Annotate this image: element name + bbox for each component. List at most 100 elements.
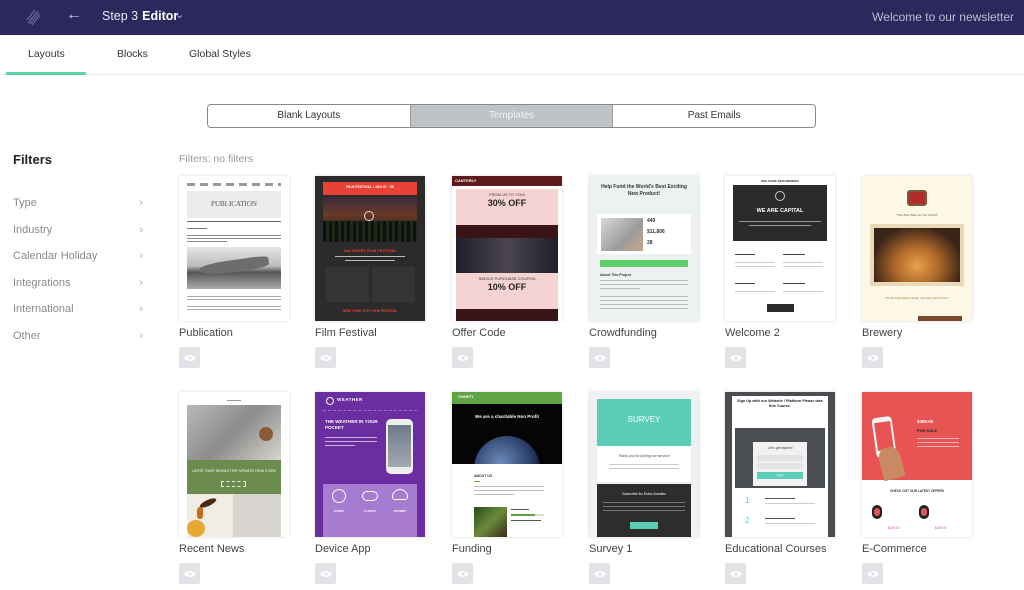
template-name: Educational Courses [725, 543, 827, 555]
thumb-brand: WEATHER [337, 397, 363, 402]
segment-templates[interactable]: Templates [409, 105, 613, 127]
tab-global-styles[interactable]: Global Styles [189, 48, 251, 60]
thumb-login: Login [776, 473, 784, 477]
eye-icon [319, 354, 332, 361]
preview-button[interactable] [725, 563, 746, 584]
chevron-right-icon: › [139, 303, 143, 315]
brand-logo-icon[interactable] [24, 7, 44, 27]
active-tab-indicator [6, 72, 86, 75]
preview-button[interactable] [315, 563, 336, 584]
eye-icon [866, 570, 879, 577]
preview-button[interactable] [589, 347, 610, 368]
preview-button[interactable] [179, 347, 200, 368]
thumb-step: 1 [745, 496, 750, 505]
template-name: Recent News [179, 543, 245, 555]
active-filters-status: Filters: no filters [179, 153, 254, 165]
thumb-quote: "Fresh ingredients make our beer taste b… [884, 296, 950, 300]
thumb-brand: CANTERLY [455, 178, 477, 183]
thumb-pre: FROM US TO YOU! [489, 192, 525, 197]
arrow-left-icon[interactable]: ← [66, 6, 82, 24]
preview-button[interactable] [862, 563, 883, 584]
step-indicator[interactable]: Step 3 Editor [102, 9, 178, 23]
filter-other[interactable]: Other › [13, 330, 143, 342]
template-card: $499.00 FOR SALE CHECK OUT OUR LATEST OF… [862, 392, 972, 584]
filter-type[interactable]: Type › [13, 197, 143, 209]
filter-integrations[interactable]: Integrations › [13, 277, 143, 289]
chevron-right-icon: › [139, 197, 143, 209]
template-name: Offer Code [452, 327, 506, 339]
thumb-thanks: Thank you for joining our service! [618, 454, 670, 458]
thumb-banner: FILM FESTIVAL / JAN 07 - 08 [346, 185, 394, 189]
preview-button[interactable] [452, 347, 473, 368]
template-name: Brewery [862, 327, 903, 339]
filter-label: Other [13, 330, 41, 342]
template-thumbnail[interactable]: WEATHER THE WEATHER IN YOUR POCKET SUNNY… [315, 392, 425, 537]
thumb-brand: CHARITY [458, 395, 474, 399]
thumb-headline: THE WEATHER IN YOUR POCKET [325, 419, 378, 430]
preview-button[interactable] [725, 347, 746, 368]
editor-tabs: Layouts Blocks Global Styles [0, 35, 1024, 75]
tab-blocks[interactable]: Blocks [117, 48, 148, 60]
chevron-right-icon: › [139, 224, 143, 236]
top-bar: ← Step 3 Editor ⌄ Welcome to our newslett… [0, 0, 1024, 35]
eye-icon [866, 354, 879, 361]
segment-blank-layouts[interactable]: Blank Layouts [208, 105, 410, 127]
preview-button[interactable] [315, 347, 336, 368]
template-card: LATEST 'DIARY NEWSLETTER' UPDATES FROM S… [179, 392, 289, 584]
thumb-stat: $11,806 [647, 229, 665, 235]
thumb-pre: SINGLE PURCHASE COUPON [478, 276, 536, 281]
chevron-right-icon: › [139, 330, 143, 342]
thumb-banner: SURVEY [627, 415, 661, 424]
segment-past-emails[interactable]: Past Emails [612, 105, 815, 127]
template-thumbnail[interactable]: $499.00 FOR SALE CHECK OUT OUR LATEST OF… [862, 392, 972, 537]
thumb-offer: 10% OFF [487, 282, 527, 292]
filter-label: Industry [13, 224, 53, 236]
template-card: Sign Up with our Website / Platform Plea… [725, 392, 835, 584]
template-card: FILM FESTIVAL / JAN 07 - 08 2nd SHORT FI… [315, 176, 425, 368]
thumb-weather: CLOUDY [363, 509, 377, 513]
thumb-section: ABOUT US [474, 474, 493, 478]
filter-calendar-holiday[interactable]: Calendar Holiday › [13, 250, 143, 262]
template-card: PUBLICATION Publication [179, 176, 289, 368]
preview-button[interactable] [179, 563, 200, 584]
tab-layouts[interactable]: Layouts [28, 48, 65, 60]
newsletter-title[interactable]: Welcome to our newsletter [872, 10, 1014, 24]
preview-button[interactable] [452, 563, 473, 584]
thumb-pre: WELCOME NEW MEMBER [761, 179, 799, 183]
thumb-headline: Help Fund the World's Best Exciting New … [601, 184, 687, 197]
eye-icon [456, 570, 469, 577]
thumb-offers: CHECK OUT OUR LATEST OFFERS [890, 489, 944, 493]
template-thumbnail[interactable]: CHARITY We are a charitable Non Profit A… [452, 392, 562, 537]
template-thumbnail[interactable]: PUBLICATION [179, 176, 289, 321]
template-thumbnail[interactable]: Sign Up with our Website / Platform Plea… [725, 392, 835, 537]
thumb-weather: STORMY [393, 509, 407, 513]
eye-icon [729, 570, 742, 577]
filter-international[interactable]: International › [13, 303, 143, 315]
thumb-price: $499.00 [917, 419, 934, 424]
preview-button[interactable] [589, 563, 610, 584]
template-thumbnail[interactable]: LATEST 'DIARY NEWSLETTER' UPDATES FROM S… [179, 392, 289, 537]
filter-industry[interactable]: Industry › [13, 224, 143, 236]
eye-icon [183, 570, 196, 577]
template-thumbnail[interactable]: CANTERLY FROM US TO YOU! 30% OFF SINGLE … [452, 176, 562, 321]
filter-label: Integrations [13, 277, 71, 289]
template-card: SURVEY Thank you for joining our service… [589, 392, 699, 584]
thumb-weather: SUNNY [333, 509, 345, 513]
template-name: Publication [179, 327, 233, 339]
template-name: Film Festival [315, 327, 377, 339]
template-card: Help Fund the World's Best Exciting New … [589, 176, 699, 368]
template-thumbnail[interactable]: SURVEY Thank you for joining our service… [589, 392, 699, 537]
template-thumbnail[interactable]: FILM FESTIVAL / JAN 07 - 08 2nd SHORT FI… [315, 176, 425, 321]
eye-icon [593, 354, 606, 361]
preview-button[interactable] [862, 347, 883, 368]
thumb-product-price: $199.00 [935, 526, 947, 530]
eye-icon [456, 354, 469, 361]
template-name: Device App [315, 543, 371, 555]
chevron-down-icon[interactable]: ⌄ [175, 8, 184, 21]
filters-heading: Filters [13, 152, 53, 167]
template-thumbnail[interactable]: Help Fund the World's Best Exciting New … [589, 176, 699, 321]
thumb-product-price: $249.00 [888, 526, 900, 530]
template-name: E-Commerce [862, 543, 927, 555]
template-thumbnail[interactable]: WELCOME NEW MEMBER WE ARE CAPITAL [725, 176, 835, 321]
template-thumbnail[interactable]: "The Best Beer In The World" "Fresh ingr… [862, 176, 972, 321]
